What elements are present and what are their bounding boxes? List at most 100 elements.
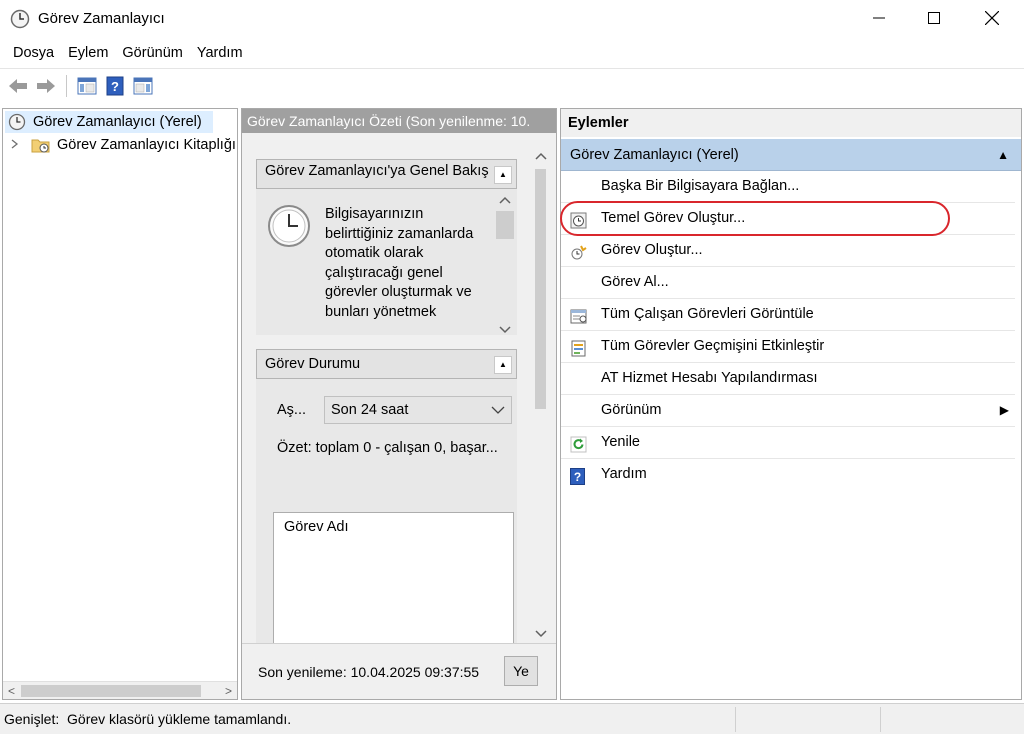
summary-vertical-scrollbar[interactable]	[532, 149, 549, 645]
create-basic-task-icon	[570, 210, 587, 229]
scroll-down-icon[interactable]	[499, 321, 511, 335]
history-icon	[570, 338, 587, 357]
back-arrow-icon[interactable]	[6, 74, 30, 98]
scroll-thumb[interactable]	[535, 169, 546, 409]
action-display-running-tasks[interactable]: Tüm Çalışan Görevleri Görüntüle	[561, 299, 1015, 331]
minimize-icon	[873, 11, 885, 27]
action-enable-history[interactable]: Tüm Görevler Geçmişini Etkinleştir	[561, 331, 1015, 363]
overview-text: Bilgisayarınızın belirttiğiniz zamanlard…	[325, 206, 474, 320]
maximize-button[interactable]	[905, 0, 963, 38]
refresh-button[interactable]: Ye	[504, 656, 538, 686]
collapse-icon[interactable]: ▲	[494, 356, 512, 374]
clock-icon	[10, 9, 30, 29]
window-title: Görev Zamanlayıcı	[38, 10, 165, 27]
svg-text:?: ?	[574, 470, 581, 484]
tree-item-label: Görev Zamanlayıcı (Yerel)	[33, 114, 202, 130]
action-refresh[interactable]: Yenile	[561, 427, 1015, 459]
menu-view[interactable]: Görünüm	[115, 41, 189, 65]
overview-scrollbar[interactable]	[496, 189, 514, 335]
forward-arrow-icon[interactable]	[34, 74, 58, 98]
action-create-task[interactable]: Görev Oluştur...	[561, 235, 1015, 267]
scroll-up-icon[interactable]	[532, 149, 549, 165]
scroll-left-icon[interactable]: <	[3, 682, 20, 700]
create-task-icon	[570, 242, 587, 260]
scroll-up-icon[interactable]	[499, 193, 511, 207]
chevron-right-icon[interactable]	[11, 138, 25, 152]
collapse-icon[interactable]: ▲	[997, 139, 1009, 171]
scroll-right-icon[interactable]: >	[220, 682, 237, 700]
summary-pane: Görev Zamanlayıcı Özeti (Son yenilenme: …	[241, 108, 557, 700]
summary-header: Görev Zamanlayıcı Özeti (Son yenilenme: …	[242, 109, 556, 133]
minimize-button[interactable]	[850, 0, 908, 38]
summary-footer: Son yenileme: 10.04.2025 09:37:55 Ye	[242, 643, 556, 699]
scroll-down-icon[interactable]	[532, 627, 549, 643]
help-icon: ?	[570, 466, 587, 485]
action-label: Görev Oluştur...	[601, 242, 703, 258]
tree-item-label: Görev Zamanlayıcı Kitaplığı	[57, 137, 236, 153]
console-tree-pane: Görev Zamanlayıcı (Yerel) Görev Zamanlay…	[2, 108, 238, 700]
status-message: Genişlet: Görev klasörü yükleme tamamlan…	[4, 711, 292, 727]
actions-title: Eylemler	[561, 109, 1021, 137]
action-label: Görünüm	[601, 402, 662, 418]
status-divider	[880, 707, 881, 732]
last-refresh-label: Son yenileme: 10.04.2025 09:37:55	[258, 664, 480, 680]
menu-bar: Dosya Eylem Görünüm Yardım	[0, 40, 1024, 66]
action-at-service-account[interactable]: AT Hizmet Hesabı Yapılandırması	[561, 363, 1015, 395]
actions-group-header[interactable]: Görev Zamanlayıcı (Yerel) ▲	[561, 139, 1021, 171]
action-label: Temel Görev Oluştur...	[601, 210, 746, 226]
task-list[interactable]: Görev Adı	[273, 512, 514, 646]
clock-icon	[7, 112, 27, 132]
help-icon[interactable]: ?	[103, 74, 127, 98]
close-icon	[984, 10, 1000, 28]
menu-action[interactable]: Eylem	[61, 41, 115, 65]
status-summary: Özet: toplam 0 - çalışan 0, başar...	[277, 440, 498, 456]
overview-section-title: Görev Zamanlayıcı'ya Genel Bakış	[265, 163, 489, 179]
overview-section-header[interactable]: Görev Zamanlayıcı'ya Genel Bakış ▲	[256, 159, 517, 189]
action-label: Yenile	[601, 434, 640, 450]
refresh-icon	[570, 434, 587, 453]
task-list-header: Görev Adı	[284, 519, 349, 535]
running-tasks-icon	[570, 306, 587, 324]
action-help[interactable]: ? Yardım	[561, 459, 1015, 491]
action-label: Yardım	[601, 466, 647, 482]
horizontal-scrollbar[interactable]: < >	[3, 681, 237, 699]
scroll-thumb[interactable]	[21, 685, 201, 697]
action-label: Görev Al...	[601, 274, 669, 290]
tree-item-task-scheduler-local[interactable]: Görev Zamanlayıcı (Yerel)	[5, 111, 213, 133]
folder-clock-icon	[31, 135, 51, 155]
maximize-icon	[928, 11, 940, 27]
action-label: Tüm Görevler Geçmişini Etkinleştir	[601, 338, 825, 354]
menu-help[interactable]: Yardım	[190, 41, 250, 65]
action-connect-other-computer[interactable]: Başka Bir Bilgisayara Bağlan...	[561, 171, 1015, 203]
tree-item-task-library[interactable]: Görev Zamanlayıcı Kitaplığı	[11, 134, 237, 156]
status-bar: Genişlet: Görev klasörü yükleme tamamlan…	[0, 703, 1024, 734]
chevron-down-icon	[491, 397, 505, 432]
menu-file[interactable]: Dosya	[6, 41, 61, 65]
actions-pane: Eylemler Görev Zamanlayıcı (Yerel) ▲ Baş…	[560, 108, 1022, 700]
svg-text:?: ?	[111, 79, 119, 94]
action-label: AT Hizmet Hesabı Yapılandırması	[601, 370, 818, 386]
show-hide-action-pane-icon[interactable]	[131, 74, 155, 98]
clock-icon	[266, 203, 312, 252]
toolbar-separator	[66, 74, 67, 97]
scroll-thumb[interactable]	[496, 211, 514, 239]
collapse-icon[interactable]: ▲	[494, 166, 512, 184]
action-view[interactable]: Görünüm ▶	[561, 395, 1015, 427]
overview-section-body: Bilgisayarınızın belirttiğiniz zamanlard…	[256, 189, 517, 335]
action-import-task[interactable]: Görev Al...	[561, 267, 1015, 299]
toolbar: ?	[0, 68, 1024, 102]
task-status-title: Görev Durumu	[265, 356, 361, 372]
status-divider	[735, 707, 736, 732]
status-filter-label: Aş...	[277, 402, 307, 418]
close-button[interactable]	[963, 0, 1021, 38]
action-label: Tüm Çalışan Görevleri Görüntüle	[601, 306, 814, 322]
action-create-basic-task[interactable]: Temel Görev Oluştur...	[561, 203, 1015, 235]
task-status-section-header[interactable]: Görev Durumu ▲	[256, 349, 517, 379]
status-period-value: Son 24 saat	[331, 402, 409, 418]
actions-group-label: Görev Zamanlayıcı (Yerel)	[570, 147, 739, 163]
action-label: Başka Bir Bilgisayara Bağlan...	[601, 178, 800, 194]
show-hide-console-tree-icon[interactable]	[75, 74, 99, 98]
title-bar: Görev Zamanlayıcı	[0, 0, 1024, 38]
submenu-arrow-icon: ▶	[999, 403, 1009, 417]
status-period-dropdown[interactable]: Son 24 saat	[324, 396, 512, 424]
